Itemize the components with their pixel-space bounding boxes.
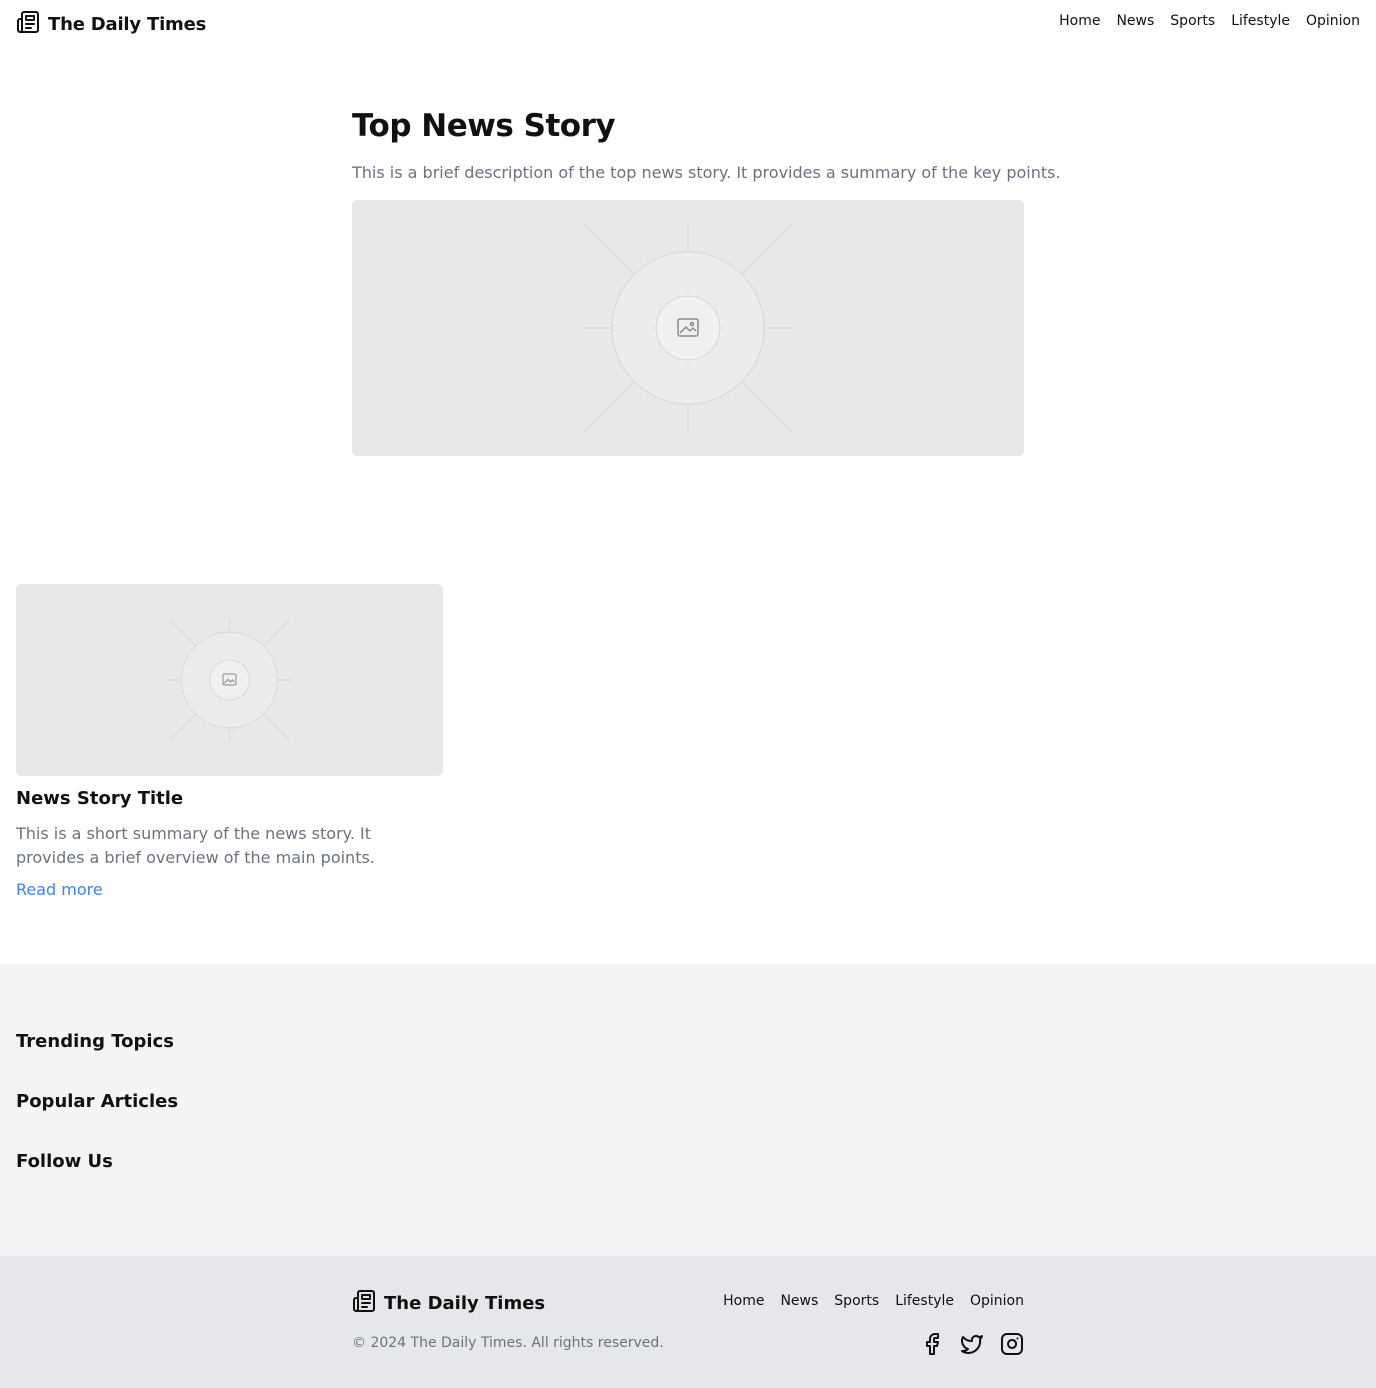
nav-opinion-link[interactable]: Opinion [1306,13,1360,29]
nav-news-link[interactable]: News [1116,13,1154,29]
twitter-icon [960,1332,984,1356]
footer-nav-sports-link[interactable]: Sports [834,1293,879,1309]
footer-nav-lifestyle-link[interactable]: Lifestyle [895,1293,954,1309]
site-footer: The Daily Times Home News Sports Lifesty… [0,1256,1376,1388]
top-story-title: Top News Story [352,108,616,144]
top-story-image-placeholder [352,200,1024,456]
twitter-link[interactable] [960,1332,984,1356]
facebook-link[interactable] [920,1332,944,1356]
news-card-title: News Story Title [16,788,184,809]
footer-nav: Home News Sports Lifestyle Opinion [723,1293,1024,1309]
newspaper-icon [352,1289,376,1317]
brand-link[interactable]: The Daily Times [16,10,206,38]
footer-brand-link[interactable]: The Daily Times [352,1289,545,1317]
nav-lifestyle-link[interactable]: Lifestyle [1231,13,1290,29]
popular-articles-heading: Popular Articles [16,1091,179,1112]
brand-name: The Daily Times [48,13,207,35]
facebook-icon [920,1332,944,1356]
newspaper-icon [16,10,40,38]
main-nav: Home News Sports Lifestyle Opinion [1059,13,1360,29]
top-story: Top News Story This is a brief descripti… [352,106,1061,184]
footer-nav-news-link[interactable]: News [780,1293,818,1309]
instagram-link[interactable] [1000,1332,1024,1356]
extras-section: Trending Topics Popular Articles Follow … [0,964,1376,1256]
nav-sports-link[interactable]: Sports [1170,13,1215,29]
news-card-summary: This is a short summary of the news stor… [16,824,375,867]
footer-nav-home-link[interactable]: Home [723,1293,764,1309]
copyright-text: © 2024 The Daily Times. All rights reser… [352,1335,664,1351]
news-card-image-placeholder [16,584,443,776]
follow-us-heading: Follow Us [16,1151,113,1172]
image-placeholder-icon [583,223,793,433]
news-card: News Story Title This is a short summary… [16,584,443,902]
footer-brand-name: The Daily Times [384,1292,546,1314]
social-links [920,1332,1024,1356]
read-more-link[interactable]: Read more [16,878,103,902]
footer-nav-opinion-link[interactable]: Opinion [970,1293,1024,1309]
site-header: The Daily Times Home News Sports Lifesty… [0,0,1376,44]
trending-topics-heading: Trending Topics [16,1031,174,1052]
top-story-description: This is a brief description of the top n… [352,163,1061,182]
instagram-icon [1000,1332,1024,1356]
image-placeholder-icon [167,618,292,742]
nav-home-link[interactable]: Home [1059,13,1100,29]
